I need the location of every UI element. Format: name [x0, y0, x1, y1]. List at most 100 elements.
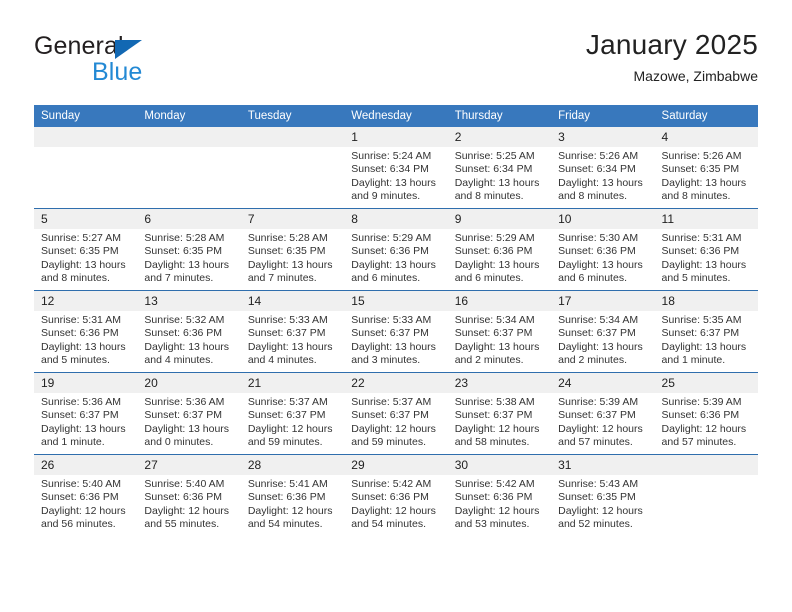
calendar-day-cell[interactable]: 23 Sunrise: 5:38 AM Sunset: 6:37 PM Dayligh…: [447, 372, 552, 455]
day-cell-inner: 16 Sunrise: 5:34 AM Sunset: 6:37 PM Dayligh…: [447, 291, 552, 372]
calendar-day-cell[interactable]: 25 Sunrise: 5:39 AM Sunset: 6:36 PM Dayligh…: [654, 372, 758, 455]
day-number: 22: [344, 373, 448, 393]
day-details: Sunrise: 5:29 AM Sunset: 6:36 PM Daylight:…: [448, 229, 551, 286]
calendar-day-cell[interactable]: 29 Sunrise: 5:42 AM Sunset: 6:36 PM Dayligh…: [344, 454, 448, 536]
calendar-day-cell[interactable]: 21 Sunrise: 5:37 AM Sunset: 6:37 PM Dayligh…: [240, 372, 345, 455]
day-cell-inner: 6 Sunrise: 5:28 AM Sunset: 6:35 PM Daylight…: [137, 209, 241, 290]
sunrise-text: Sunrise: 5:42 AM: [351, 478, 432, 490]
calendar-day-cell[interactable]: 28 Sunrise: 5:41 AM Sunset: 6:36 PM Dayligh…: [240, 454, 345, 536]
calendar-day-cell[interactable]: 8 Sunrise: 5:29 AM Sunset: 6:36 PM Daylight…: [344, 208, 448, 291]
title-block: January 2025 Mazowe, Zimbabwe: [586, 28, 758, 86]
daylight-text: Daylight: 12 hours and 57 minutes.: [558, 422, 643, 449]
sunset-text: Sunset: 6:36 PM: [247, 491, 326, 504]
sunrise-text: Sunrise: 5:33 AM: [247, 314, 328, 326]
day-number: 20: [137, 373, 241, 393]
day-details: Sunrise: 5:30 AM Sunset: 6:36 PM Daylight:…: [551, 229, 654, 286]
sunrise-text: Sunrise: 5:29 AM: [351, 232, 432, 244]
day-cell-inner: 17 Sunrise: 5:34 AM Sunset: 6:37 PM Dayligh…: [551, 291, 655, 372]
calendar-day-cell[interactable]: 24 Sunrise: 5:39 AM Sunset: 6:37 PM Dayligh…: [551, 372, 655, 455]
sunset-text: Sunset: 6:37 PM: [351, 327, 429, 340]
calendar-day-cell[interactable]: 16 Sunrise: 5:34 AM Sunset: 6:37 PM Dayligh…: [447, 290, 552, 373]
day-details: Sunrise: 5:37 AM Sunset: 6:37 PM Daylight:…: [241, 393, 344, 450]
calendar-day-cell[interactable]: 11 Sunrise: 5:31 AM Sunset: 6:36 PM Dayligh…: [654, 208, 758, 291]
calendar-day-cell[interactable]: 4 Sunrise: 5:26 AM Sunset: 6:35 PM Daylight…: [654, 127, 758, 209]
calendar-body: 1 Sunrise: 5:24 AM Sunset: 6:34 PM Daylight…: [34, 127, 758, 536]
calendar-week-row: 26 Sunrise: 5:40 AM Sunset: 6:36 PM Dayligh…: [34, 454, 758, 536]
day-cell-inner: 12 Sunrise: 5:31 AM Sunset: 6:36 PM Dayligh…: [34, 291, 138, 372]
daylight-text: Daylight: 12 hours and 56 minutes.: [41, 504, 126, 531]
day-cell-inner: 22 Sunrise: 5:37 AM Sunset: 6:37 PM Dayligh…: [344, 373, 448, 454]
sunrise-text: Sunrise: 5:28 AM: [247, 232, 328, 244]
sunset-text: Sunset: 6:37 PM: [661, 327, 740, 340]
weekday-header-monday: Monday: [137, 105, 241, 127]
sunrise-text: Sunrise: 5:40 AM: [41, 478, 121, 490]
calendar-day-cell[interactable]: 26 Sunrise: 5:40 AM Sunset: 6:36 PM Dayligh…: [34, 454, 138, 536]
daylight-text: Daylight: 13 hours and 1 minute.: [661, 340, 747, 367]
calendar-week-row: 19 Sunrise: 5:36 AM Sunset: 6:37 PM Dayligh…: [34, 372, 758, 455]
calendar-day-cell[interactable]: 19 Sunrise: 5:36 AM Sunset: 6:37 PM Dayligh…: [34, 372, 138, 455]
sunset-text: Sunset: 6:36 PM: [144, 327, 223, 340]
daylight-text: Daylight: 13 hours and 7 minutes.: [247, 258, 333, 285]
calendar-day-cell[interactable]: 12 Sunrise: 5:31 AM Sunset: 6:36 PM Dayligh…: [34, 290, 138, 373]
calendar-day-cell[interactable]: 3 Sunrise: 5:26 AM Sunset: 6:34 PM Daylight…: [551, 127, 655, 209]
day-number: 1: [344, 127, 448, 147]
general-blue-logo[interactable]: General Blue: [34, 32, 264, 90]
calendar-day-cell[interactable]: 7 Sunrise: 5:28 AM Sunset: 6:35 PM Daylight…: [240, 208, 345, 291]
calendar-day-cell[interactable]: 18 Sunrise: 5:35 AM Sunset: 6:37 PM Dayligh…: [654, 290, 758, 373]
calendar-day-cell[interactable]: 22 Sunrise: 5:37 AM Sunset: 6:37 PM Dayligh…: [344, 372, 448, 455]
day-number: 12: [34, 291, 138, 311]
sunset-text: Sunset: 6:36 PM: [558, 245, 636, 258]
sunset-text: Sunset: 6:34 PM: [351, 163, 429, 176]
sunrise-text: Sunrise: 5:38 AM: [454, 396, 535, 408]
daylight-text: Daylight: 13 hours and 3 minutes.: [351, 340, 436, 367]
calendar-day-cell[interactable]: 6 Sunrise: 5:28 AM Sunset: 6:35 PM Daylight…: [137, 208, 241, 291]
calendar-day-cell[interactable]: 15 Sunrise: 5:33 AM Sunset: 6:37 PM Dayligh…: [344, 290, 448, 373]
sunrise-text: Sunrise: 5:29 AM: [454, 232, 535, 244]
sunset-text: Sunset: 6:35 PM: [41, 245, 119, 258]
day-details: Sunrise: 5:42 AM Sunset: 6:36 PM Daylight:…: [344, 475, 447, 532]
calendar-day-cell[interactable]: 1 Sunrise: 5:24 AM Sunset: 6:34 PM Daylight…: [344, 127, 448, 209]
calendar-day-cell[interactable]: 31 Sunrise: 5:43 AM Sunset: 6:35 PM Dayligh…: [551, 454, 655, 536]
calendar-day-cell[interactable]: 9 Sunrise: 5:29 AM Sunset: 6:36 PM Daylight…: [447, 208, 552, 291]
sunset-text: Sunset: 6:37 PM: [351, 409, 429, 422]
daylight-text: Daylight: 12 hours and 52 minutes.: [558, 504, 643, 531]
weekday-header-tuesday: Tuesday: [240, 105, 345, 127]
daylight-text: Daylight: 13 hours and 8 minutes.: [41, 258, 126, 285]
weekday-header-sunday: Sunday: [34, 105, 138, 127]
day-number: 17: [551, 291, 655, 311]
sunset-text: Sunset: 6:36 PM: [454, 491, 533, 504]
sunset-text: Sunset: 6:37 PM: [144, 409, 223, 422]
sunrise-text: Sunrise: 5:24 AM: [351, 150, 432, 162]
sunrise-text: Sunrise: 5:33 AM: [351, 314, 432, 326]
calendar-day-cell[interactable]: 10 Sunrise: 5:30 AM Sunset: 6:36 PM Dayligh…: [551, 208, 655, 291]
day-cell-inner: [654, 455, 758, 536]
day-cell-inner: 23 Sunrise: 5:38 AM Sunset: 6:37 PM Dayligh…: [447, 373, 552, 454]
day-details: Sunrise: 5:33 AM Sunset: 6:37 PM Daylight:…: [241, 311, 344, 368]
day-number: 29: [344, 455, 448, 475]
daylight-text: Daylight: 12 hours and 54 minutes.: [247, 504, 333, 531]
calendar-day-cell[interactable]: 2 Sunrise: 5:25 AM Sunset: 6:34 PM Daylight…: [447, 127, 552, 209]
calendar-day-cell[interactable]: 13 Sunrise: 5:32 AM Sunset: 6:36 PM Dayligh…: [137, 290, 241, 373]
day-cell-inner: 4 Sunrise: 5:26 AM Sunset: 6:35 PM Daylight…: [654, 127, 758, 208]
daylight-text: Daylight: 12 hours and 54 minutes.: [351, 504, 436, 531]
day-details: Sunrise: 5:26 AM Sunset: 6:34 PM Daylight:…: [551, 147, 654, 204]
calendar-day-cell-empty: [654, 454, 758, 536]
day-number: 31: [551, 455, 655, 475]
sunrise-text: Sunrise: 5:39 AM: [661, 396, 742, 408]
daylight-text: Daylight: 12 hours and 57 minutes.: [661, 422, 747, 449]
calendar-day-cell[interactable]: 14 Sunrise: 5:33 AM Sunset: 6:37 PM Dayligh…: [240, 290, 345, 373]
calendar-day-cell[interactable]: 27 Sunrise: 5:40 AM Sunset: 6:36 PM Dayligh…: [137, 454, 241, 536]
sunrise-text: Sunrise: 5:37 AM: [351, 396, 432, 408]
day-details: Sunrise: 5:39 AM Sunset: 6:36 PM Daylight:…: [655, 393, 758, 450]
logo-text-general: General: [34, 32, 124, 60]
calendar-day-cell[interactable]: 20 Sunrise: 5:36 AM Sunset: 6:37 PM Dayligh…: [137, 372, 241, 455]
calendar-day-cell[interactable]: 17 Sunrise: 5:34 AM Sunset: 6:37 PM Dayligh…: [551, 290, 655, 373]
weekday-header-wednesday: Wednesday: [344, 105, 448, 127]
sunset-text: Sunset: 6:37 PM: [558, 409, 636, 422]
day-number: 10: [551, 209, 655, 229]
calendar-day-cell[interactable]: 30 Sunrise: 5:42 AM Sunset: 6:36 PM Dayligh…: [447, 454, 552, 536]
calendar-day-cell[interactable]: 5 Sunrise: 5:27 AM Sunset: 6:35 PM Daylight…: [34, 208, 138, 291]
day-number: 11: [654, 209, 758, 229]
calendar-day-cell-empty: [240, 127, 345, 209]
day-details: Sunrise: 5:31 AM Sunset: 6:36 PM Daylight:…: [34, 311, 137, 368]
